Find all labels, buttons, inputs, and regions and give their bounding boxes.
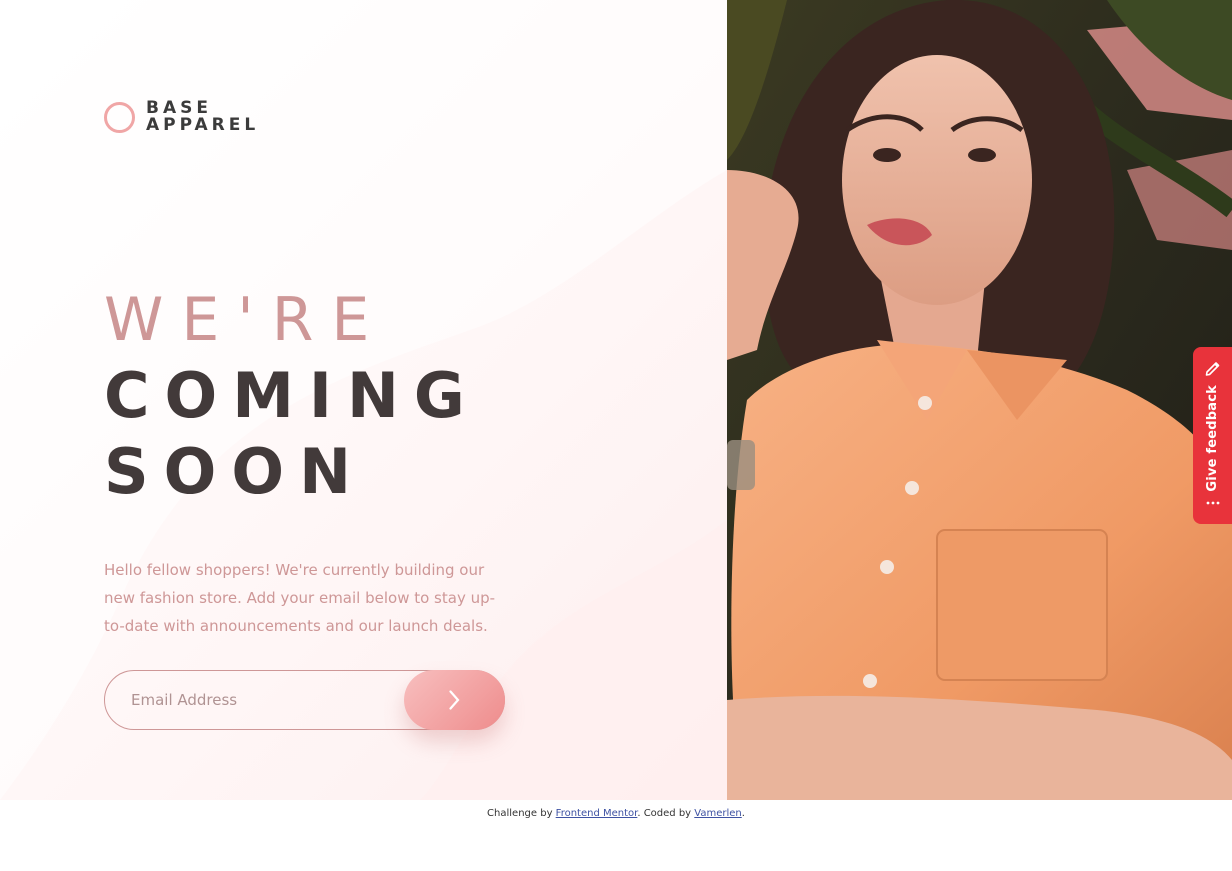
pencil-icon [1205,362,1219,376]
brand-logo[interactable]: BASE APPAREL [104,100,259,134]
give-feedback-tab[interactable]: Give feedback [1193,347,1232,524]
feedback-label: Give feedback [1205,385,1220,492]
footer-suffix: . [741,808,745,819]
logo-text: BASE APPAREL [146,100,259,134]
author-link[interactable]: Vamerlen [694,808,741,819]
logo-circle-icon [104,101,135,133]
chevron-right-icon [449,690,460,710]
more-dots-icon[interactable] [1206,500,1220,506]
signup-form [104,670,505,730]
frontend-mentor-link[interactable]: Frontend Mentor [556,808,638,819]
hero-photo [727,0,1232,800]
footer-middle: . Coded by [637,808,695,819]
headline-line-3: soon [104,435,366,508]
page-title: We're coming soon [104,282,480,510]
headline-line-1: We're [104,285,388,355]
headline-line-2: coming [104,359,480,432]
footer-prefix: Challenge by [487,808,556,819]
hero-photo-illustration [727,0,1232,800]
attribution-footer: Challenge by Frontend Mentor. Coded by V… [0,808,1232,819]
submit-button[interactable] [404,670,505,730]
intro-description: Hello fellow shoppers! We're currently b… [104,561,496,635]
hero-panel: BASE APPAREL We're coming soon Hello fel… [0,0,727,800]
logo-line-2: APPAREL [146,115,260,135]
page: BASE APPAREL We're coming soon Hello fel… [0,0,1232,871]
